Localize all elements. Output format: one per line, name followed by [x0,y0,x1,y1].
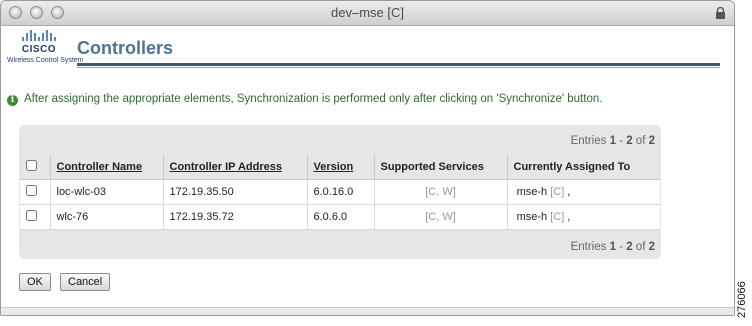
controller-ip-cell: 172.19.35.50 [163,179,308,205]
row-checkbox[interactable] [26,185,37,196]
pager-sep: - [615,135,627,147]
select-all-header [20,155,51,180]
column-version[interactable]: Version [307,155,375,180]
pager-total: 2 [648,241,655,253]
services-cell: [C, W] [374,204,508,230]
assigned-mse: mse-h [516,186,548,198]
pager-total: 2 [648,135,655,147]
assigned-suffix: , [564,186,571,198]
column-currently-assigned: Currently Assigned To [507,155,660,180]
brand-name: CISCO [21,44,57,55]
window-bottom-band [1,307,734,315]
cisco-logo: CISCO Wireless Control System [7,29,84,69]
assigned-cell: mse-h [C] , [507,179,660,205]
assigned-mse: mse-h [516,211,548,223]
title-divider [77,63,720,66]
pager-of: of [632,241,649,253]
column-controller-ip[interactable]: Controller IP Address [163,155,308,180]
info-icon: i [7,95,18,106]
table-header-row: Controller Name Controller IP Address Ve… [20,155,660,180]
assigned-tag: [C] [550,186,565,198]
brand-subtitle: Wireless Control System [7,57,84,64]
ok-button[interactable]: OK [19,273,51,291]
row-select-cell [20,179,51,205]
row-select-cell [20,204,51,230]
pager-prefix: Entries [570,135,610,147]
table-row: loc-wlc-03 172.19.35.50 6.0.16.0 [C, W] … [20,179,660,205]
controllers-table: Controller Name Controller IP Address Ve… [20,155,660,230]
version-cell: 6.0.6.0 [307,204,375,230]
page-title: Controllers [77,38,174,58]
title-divider-thin [77,67,720,68]
controller-name-cell: loc-wlc-03 [50,179,164,205]
controllers-table-panel: Entries 1 - 2 of 2 Controller Name Contr… [19,125,661,259]
pager-bottom: Entries 1 - 2 of 2 [571,241,655,253]
version-cell: 6.0.16.0 [307,179,375,205]
assigned-tag: [C] [550,211,565,223]
info-message: i After assigning the appropriate element… [7,93,602,106]
figure-id: 276066 [736,281,748,318]
pager-of: of [632,135,649,147]
controller-ip-cell: 172.19.35.72 [163,204,308,230]
row-checkbox[interactable] [26,210,37,221]
lock-icon [716,7,725,19]
column-controller-name[interactable]: Controller Name [50,155,164,180]
controller-name-cell: wlc-76 [50,204,164,230]
table-row: wlc-76 172.19.35.72 6.0.6.0 [C, W] mse-h… [20,204,660,230]
assigned-suffix: , [564,211,571,223]
pager-prefix: Entries [570,241,610,253]
info-text: After assigning the appropriate elements… [24,93,603,105]
assigned-cell: mse-h [C] , [507,204,660,230]
title-bar[interactable]: dev–mse [C] [1,1,734,26]
services-cell: [C, W] [374,179,508,205]
cancel-button[interactable]: Cancel [60,273,111,291]
column-supported-services: Supported Services [374,155,508,180]
cisco-bars-icon [22,30,56,41]
pager-top: Entries 1 - 2 of 2 [571,135,655,147]
select-all-checkbox[interactable] [26,160,37,171]
dialog-window: dev–mse [C] CISCO Wireless Control Syste… [0,0,735,316]
pager-sep: - [615,241,627,253]
window-title: dev–mse [C] [331,5,404,20]
